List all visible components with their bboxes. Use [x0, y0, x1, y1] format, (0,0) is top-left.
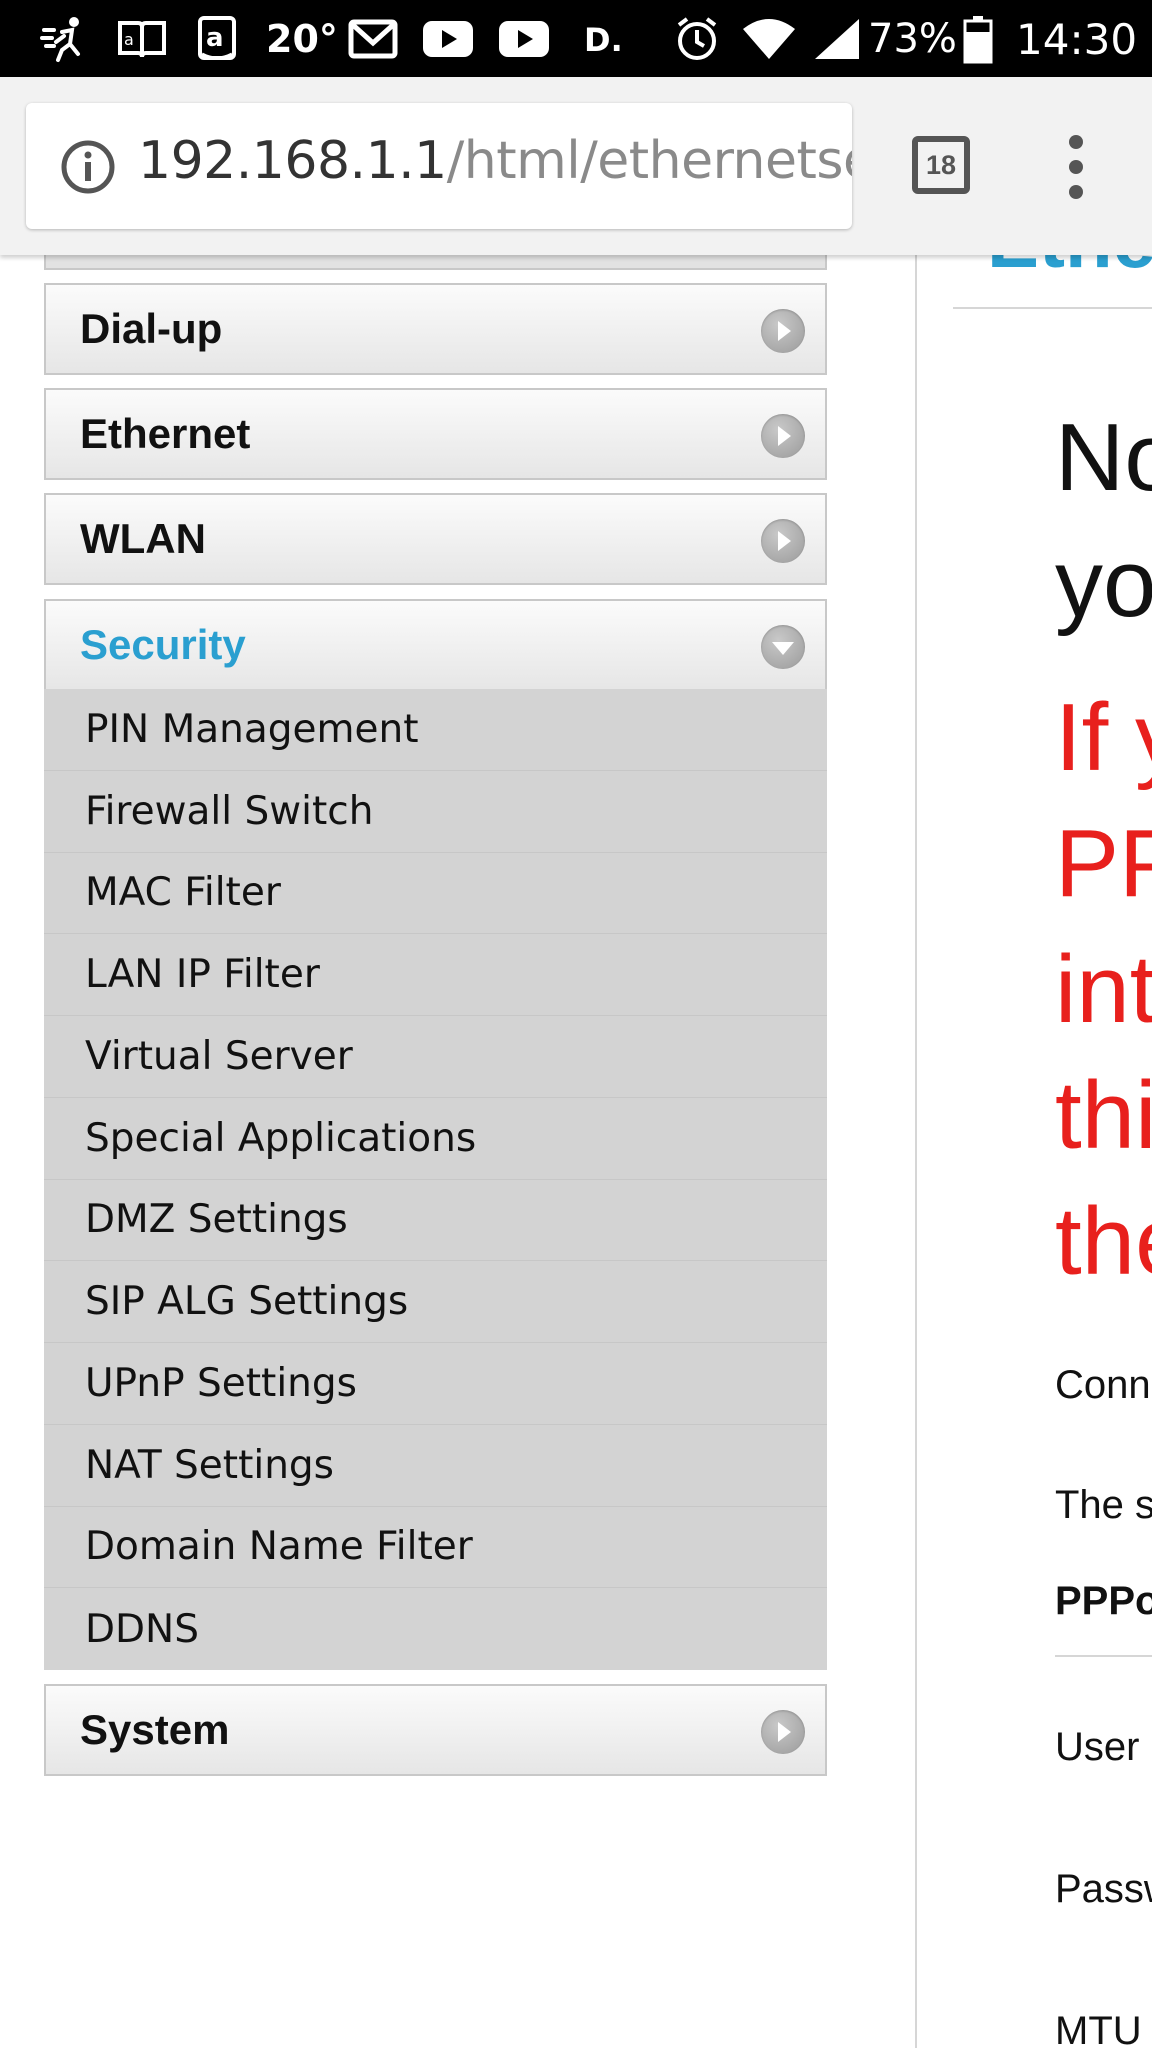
youtube-icon-2 [496, 14, 552, 64]
status-bar: a a 20° D. 73% 14:30 [0, 0, 1152, 77]
address-bar[interactable]: 192.168.1.1/html/ethernetsett [26, 103, 852, 229]
book-icon: a [114, 14, 170, 64]
tab-switcher-button[interactable]: 18 [912, 136, 970, 194]
section-divider [1055, 1655, 1152, 1657]
expand-arrow-icon [761, 309, 805, 353]
overflow-menu-button[interactable] [1060, 135, 1092, 199]
warning-line: thi [1055, 1062, 1152, 1169]
warning-line: If y [1055, 684, 1152, 791]
svg-text:a: a [124, 30, 134, 49]
notice-text: No yo [1055, 395, 1152, 647]
sidebar-item-ethernet[interactable]: Ethernet [44, 388, 827, 480]
warning-line: PP [1055, 810, 1152, 917]
submenu-item-firewall-switch[interactable]: Firewall Switch [44, 771, 827, 853]
page-title: Ethe [987, 255, 1152, 286]
sidebar-item-dial-up[interactable]: Dial-up [44, 283, 827, 375]
notice-line: yo [1055, 530, 1152, 637]
sidebar-item-label: Ethernet [80, 410, 251, 457]
status-label: The s [1055, 1483, 1152, 1527]
temperature-text: 20° [266, 17, 338, 61]
sidebar-item-label: WLAN [80, 515, 206, 562]
signal-icon [812, 14, 862, 64]
svg-text:a: a [206, 23, 224, 53]
url-text[interactable]: 192.168.1.1/html/ethernetsett [138, 131, 852, 191]
submenu-item-nat-settings[interactable]: NAT Settings [44, 1425, 827, 1507]
sidebar-item-wlan[interactable]: WLAN [44, 493, 827, 585]
expand-arrow-icon [761, 519, 805, 563]
submenu-item-mac-filter[interactable]: MAC Filter [44, 853, 827, 935]
security-submenu: PIN Management Firewall Switch MAC Filte… [44, 689, 827, 1670]
username-label: User r [1055, 1725, 1152, 1769]
warning-line: the [1055, 1188, 1152, 1295]
gmail-icon [346, 14, 400, 64]
submenu-item-virtual-server[interactable]: Virtual Server [44, 1016, 827, 1098]
title-divider [953, 307, 1152, 309]
sidebar-item-partial[interactable] [44, 255, 827, 270]
expand-arrow-icon [761, 414, 805, 458]
submenu-item-ddns[interactable]: DDNS [44, 1588, 827, 1670]
expand-arrow-icon [761, 1710, 805, 1754]
warning-line: int [1055, 936, 1152, 1043]
dailymotion-icon: D. [580, 14, 624, 64]
connection-label: Conne [1055, 1363, 1152, 1407]
sidebar-item-label: System [80, 1706, 230, 1753]
activity-icon [38, 14, 92, 64]
sidebar-item-system[interactable]: System [44, 1684, 827, 1776]
amazon-icon: a [190, 14, 244, 64]
battery-percent: 73% [868, 16, 957, 62]
wifi-icon [740, 14, 798, 64]
submenu-item-domain-name-filter[interactable]: Domain Name Filter [44, 1507, 827, 1589]
submenu-item-sip-alg-settings[interactable]: SIP ALG Settings [44, 1261, 827, 1343]
tab-count: 18 [925, 149, 957, 180]
battery-icon [962, 14, 994, 64]
submenu-item-special-applications[interactable]: Special Applications [44, 1098, 827, 1180]
submenu-item-lan-ip-filter[interactable]: LAN IP Filter [44, 934, 827, 1016]
sidebar-item-label: Security [80, 621, 246, 668]
submenu-item-upnp-settings[interactable]: UPnP Settings [44, 1343, 827, 1425]
main-content: Ethe No yo If y PP int thi the Conne The… [917, 255, 1152, 2048]
youtube-icon [420, 14, 476, 64]
sidebar-item-security[interactable]: Security [44, 599, 827, 691]
clock-time: 14:30 [1016, 14, 1138, 64]
pppoe-label: PPPo [1055, 1579, 1152, 1623]
mtu-label: MTU [1055, 2009, 1142, 2048]
submenu-item-pin-management[interactable]: PIN Management [44, 689, 827, 771]
url-host: 192.168.1.1 [138, 131, 447, 191]
browser-toolbar: 192.168.1.1/html/ethernetsett 18 [0, 77, 1152, 255]
svg-text:D.: D. [584, 21, 622, 59]
password-label: Passw [1055, 1867, 1152, 1911]
collapse-arrow-icon [761, 625, 805, 669]
alarm-icon [672, 14, 722, 64]
sidebar-item-label: Dial-up [80, 305, 223, 352]
notice-line: No [1055, 404, 1152, 511]
warning-text: If y PP int thi the [1055, 675, 1152, 1305]
submenu-item-dmz-settings[interactable]: DMZ Settings [44, 1180, 827, 1262]
url-path: /html/ethernetsett [446, 131, 852, 191]
info-icon[interactable] [60, 139, 116, 195]
